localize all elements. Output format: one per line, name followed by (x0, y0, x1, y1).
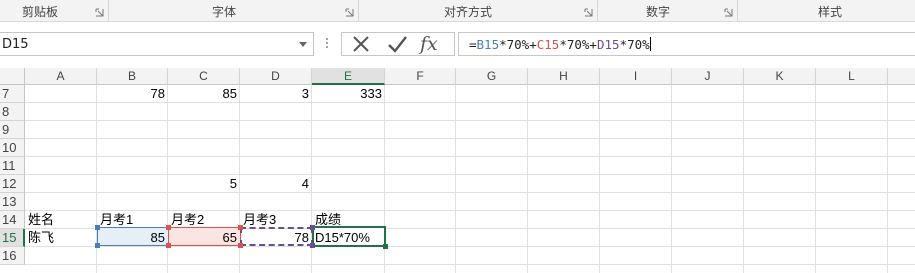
gridline (599, 85, 600, 273)
gridline (455, 85, 456, 273)
cell-b14[interactable]: 月考1 (97, 211, 168, 229)
dialog-launcher-icon[interactable] (345, 8, 354, 17)
dialog-launcher-icon[interactable] (95, 8, 104, 17)
fill-handle[interactable] (383, 244, 388, 249)
cancel-x-icon[interactable] (350, 33, 372, 55)
fill-handle[interactable] (166, 243, 171, 248)
fill-handle[interactable] (310, 243, 315, 248)
ribbon-group-label: 数字 (646, 5, 671, 19)
formula-part: *70% (619, 37, 650, 52)
ribbon-group-label: 样式 (818, 5, 843, 19)
column-header-j[interactable]: J (672, 68, 744, 85)
select-all-corner[interactable] (0, 68, 25, 85)
column-header-m[interactable] (888, 68, 915, 85)
cell-b15[interactable]: 85 (97, 229, 168, 247)
ribbon-group-styles: 样式 (738, 0, 915, 22)
row-header-16[interactable]: 16 (0, 247, 25, 265)
row-header-14[interactable]: 14 (0, 211, 25, 229)
gridline (25, 174, 915, 175)
row-header-10[interactable]: 10 (0, 139, 25, 157)
text-caret (649, 37, 651, 51)
name-box[interactable]: D15 (0, 32, 314, 56)
cell-e15[interactable]: D15*70% (312, 229, 385, 247)
dialog-launcher-icon[interactable] (724, 8, 733, 17)
ribbon-group-font: 字体 (109, 0, 359, 22)
column-header-f[interactable]: F (385, 68, 456, 85)
cell-e7[interactable]: 333 (312, 85, 385, 103)
gridline (743, 85, 744, 273)
gridline (25, 264, 915, 265)
formula-bar: D15 fx =B15*70%+C15*70%+D15*70% (0, 22, 915, 68)
fill-handle[interactable] (238, 225, 243, 230)
fill-handle[interactable] (238, 243, 243, 248)
gridline (671, 85, 672, 273)
gridline (527, 85, 528, 273)
column-header-i[interactable]: I (600, 68, 672, 85)
formula-part: *70%+ (499, 37, 537, 52)
gridline (25, 192, 915, 193)
ribbon-group-bar: 剪贴板 字体 对齐方式 数字 样式 (0, 0, 915, 22)
ribbon-group-label: 对齐方式 (444, 5, 493, 19)
row-header-8[interactable]: 8 (0, 103, 25, 121)
cell-e14[interactable]: 成绩 (312, 211, 385, 229)
row-header-7[interactable]: 7 (0, 85, 25, 103)
ribbon-group-number: 数字 (598, 0, 738, 22)
column-header-h[interactable]: H (528, 68, 600, 85)
worksheet-grid: ABCDEFGHIJKL 7 8 9 10 11 12 13 14 15 16 78 85 3 333 5… (0, 68, 915, 273)
column-header-g[interactable]: G (456, 68, 528, 85)
row-header-11[interactable]: 11 (0, 157, 25, 175)
ribbon-group-label: 剪贴板 (22, 5, 59, 19)
gridline (815, 85, 816, 273)
dialog-launcher-icon[interactable] (584, 8, 593, 17)
cell-c12[interactable]: 5 (168, 175, 240, 193)
ribbon-group-alignment: 对齐方式 (359, 0, 598, 22)
cell-d14[interactable]: 月考3 (240, 211, 312, 229)
column-header-l[interactable]: L (816, 68, 888, 85)
ribbon-group-clipboard: 剪贴板 (0, 0, 109, 22)
cell-d7[interactable]: 3 (240, 85, 312, 103)
cell-c15[interactable]: 65 (168, 229, 240, 247)
formula-text: =B15*70%+C15*70%+D15*70% (469, 37, 651, 52)
check-icon[interactable] (386, 33, 408, 55)
column-header-c[interactable]: C (168, 68, 240, 85)
formula-input[interactable]: =B15*70%+C15*70%+D15*70% (458, 32, 915, 56)
chevron-down-icon[interactable] (299, 42, 307, 47)
formula-part: *70%+ (559, 37, 597, 52)
fill-handle[interactable] (310, 225, 315, 230)
column-header-b[interactable]: B (97, 68, 168, 85)
cell-d12[interactable]: 4 (240, 175, 312, 193)
row-header-12[interactable]: 12 (0, 175, 25, 193)
splitter-dots-icon[interactable] (324, 34, 330, 52)
formula-part: D15 (596, 37, 620, 52)
gridline (887, 85, 888, 273)
column-header-a[interactable]: A (25, 68, 97, 85)
row-header-15[interactable]: 15 (0, 229, 25, 247)
column-header-k[interactable]: K (744, 68, 816, 85)
gridline (25, 156, 915, 157)
fx-icon[interactable]: fx (420, 33, 450, 55)
cell-d15[interactable]: 78 (240, 229, 312, 247)
row-header-9[interactable]: 9 (0, 121, 25, 139)
fill-handle[interactable] (95, 225, 100, 230)
column-header-d[interactable]: D (240, 68, 312, 85)
fill-handle[interactable] (166, 225, 171, 230)
cell-b7[interactable]: 78 (97, 85, 168, 103)
cell-c14[interactable]: 月考2 (168, 211, 240, 229)
cell-a14[interactable]: 姓名 (25, 211, 97, 229)
cell-a15[interactable]: 陈飞 (25, 229, 97, 247)
formula-part: C15 (536, 37, 560, 52)
fill-handle[interactable] (95, 243, 100, 248)
ribbon-group-label: 字体 (212, 5, 237, 19)
formula-buttons: fx (341, 32, 455, 56)
row-header-13[interactable]: 13 (0, 193, 25, 211)
column-header-e[interactable]: E (312, 68, 385, 85)
gridline (25, 120, 915, 121)
formula-part: B15 (476, 37, 500, 52)
formula-part: = (469, 37, 477, 52)
gridline (25, 138, 915, 139)
cell-c7[interactable]: 85 (168, 85, 240, 103)
name-box-value: D15 (2, 37, 29, 52)
